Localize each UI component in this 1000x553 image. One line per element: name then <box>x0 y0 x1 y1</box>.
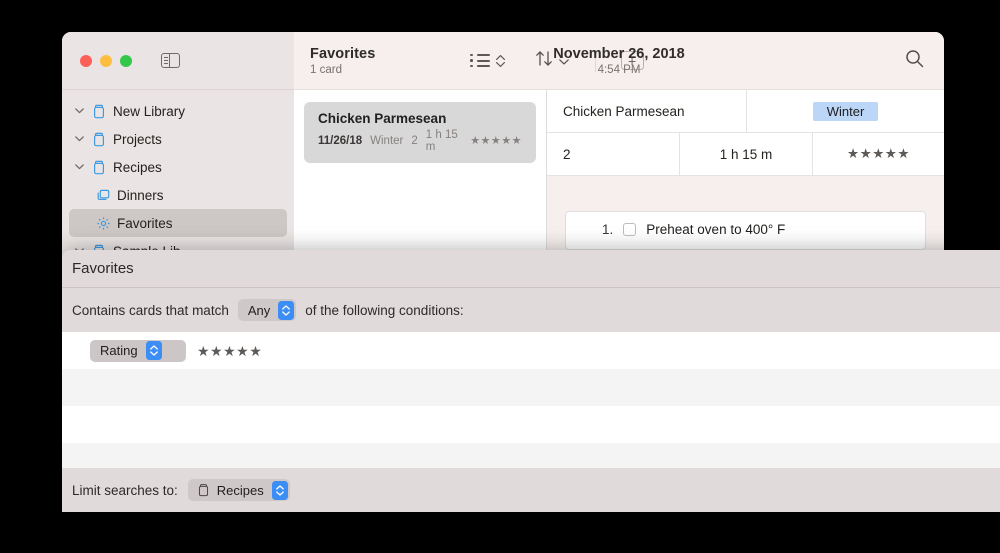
collection-header: Favorites 1 card <box>294 46 470 76</box>
zoom-button[interactable] <box>120 54 132 67</box>
detail-spacer <box>547 176 944 211</box>
limit-searches-dropdown[interactable]: Recipes <box>187 479 290 501</box>
disclosure-chevron-icon[interactable] <box>73 108 85 114</box>
detail-title-field[interactable]: Chicken Parmesean <box>547 90 747 132</box>
titlebar-left-section <box>62 32 294 90</box>
stepper-icon <box>271 480 288 500</box>
plus-icon: + <box>628 52 637 69</box>
card-season: Winter <box>370 135 404 147</box>
disclosure-chevron-icon[interactable] <box>73 136 85 142</box>
condition-row-empty <box>62 406 1000 443</box>
status-badge: Winter <box>812 101 879 121</box>
card-metadata: 11/26/18 Winter 2 1 h 15 m ★★★★★ <box>318 129 522 153</box>
collection-settings-sheet: Favorites Contains cards that match Any … <box>62 250 1000 512</box>
step-text: Preheat oven to 400° F <box>646 222 786 237</box>
detail-row-secondary: 2 1 h 15 m ★★★★★ <box>547 133 944 176</box>
sidebar-item-dinners[interactable]: Dinners <box>69 181 287 209</box>
close-button[interactable] <box>80 54 92 67</box>
gear-icon <box>95 216 111 231</box>
sidebar-item-label: Favorites <box>117 215 173 231</box>
sidebar-item-label: Projects <box>113 131 162 147</box>
match-condition-bar: Contains cards that match Any of the fol… <box>62 288 1000 332</box>
sidebar-item-projects[interactable]: Projects <box>69 125 287 153</box>
detail-row-primary: Chicken Parmesean Winter <box>547 90 944 133</box>
conditions-list: Rating ★★★★★ <box>62 332 1000 468</box>
search-icon <box>905 49 924 72</box>
list-view-icon <box>470 53 490 68</box>
detail-time-field[interactable]: 1 h 15 m <box>680 133 813 175</box>
sidebar-item-new-library[interactable]: New Library <box>69 97 287 125</box>
stack-icon <box>95 188 111 202</box>
chevron-down-icon <box>558 52 569 70</box>
titlebar-right-section: Favorites 1 card + November 26, 2018 4:5… <box>294 32 944 90</box>
disclosure-chevron-icon[interactable] <box>73 164 85 170</box>
step-checkbox[interactable] <box>623 223 637 236</box>
detail-season-field[interactable]: Winter <box>747 90 944 132</box>
add-card-button[interactable]: + <box>620 51 644 70</box>
sidebar-item-favorites[interactable]: Favorites <box>69 209 287 237</box>
limit-searches-value: Recipes <box>216 482 264 498</box>
library-icon <box>91 104 107 119</box>
list-item[interactable]: Chicken Parmesean 11/26/18 Winter 2 1 h … <box>304 102 536 163</box>
card-servings: 2 <box>411 135 418 147</box>
card-title: Chicken Parmesean <box>318 111 447 126</box>
steps-panel: 1. Preheat oven to 400° F <box>565 211 926 250</box>
limit-searches-label: Limit searches to: <box>72 482 178 498</box>
sheet-footer: Limit searches to: Recipes <box>62 468 1000 512</box>
card-rating-stars: ★★★★★ <box>470 134 522 147</box>
toolbar-divider <box>594 49 596 72</box>
library-icon <box>91 160 107 175</box>
stepper-icon <box>278 300 295 320</box>
condition-row[interactable]: Rating ★★★★★ <box>62 332 1000 369</box>
card-date: 11/26/18 <box>318 135 363 147</box>
search-button[interactable] <box>905 49 924 73</box>
sidebar-item-label: New Library <box>113 103 186 119</box>
condition-row-empty <box>62 369 1000 406</box>
chevron-updown-icon <box>495 54 505 67</box>
sidebar-item-label: Dinners <box>117 187 164 203</box>
library-icon <box>91 132 107 147</box>
library-icon <box>198 483 209 497</box>
sheet-header: Favorites <box>62 250 1000 288</box>
sort-arrows-icon <box>535 50 553 72</box>
condition-field-value: Rating <box>100 343 138 358</box>
sheet-title: Favorites <box>72 260 134 277</box>
step-list-item[interactable]: 1. Preheat oven to 400° F <box>566 222 925 249</box>
sidebar-toggle-icon[interactable] <box>161 53 180 68</box>
condition-field-dropdown[interactable]: Rating <box>90 339 186 362</box>
minimize-button[interactable] <box>100 54 112 67</box>
detail-servings-field[interactable]: 2 <box>547 133 680 175</box>
card-count-label: 1 card <box>310 63 342 76</box>
view-options-button[interactable] <box>470 53 505 68</box>
sidebar-item-label: Recipes <box>113 159 162 175</box>
sidebar-item-recipes[interactable]: Recipes <box>69 153 287 181</box>
page-title: Favorites <box>310 45 376 62</box>
sort-options-button[interactable] <box>535 50 569 72</box>
match-prefix-label: Contains cards that match <box>72 302 229 318</box>
step-number: 1. <box>602 222 614 237</box>
titlebar: Favorites 1 card + November 26, 2018 4:5… <box>62 32 944 90</box>
match-type-value: Any <box>247 302 271 318</box>
match-type-dropdown[interactable]: Any <box>237 299 297 321</box>
condition-rating-stars[interactable]: ★★★★★ <box>197 344 262 358</box>
sidebar-toggle-lines <box>163 56 168 67</box>
stepper-icon <box>145 341 162 360</box>
condition-row-empty <box>62 443 1000 468</box>
detail-rating-stars[interactable]: ★★★★★ <box>813 133 944 175</box>
match-suffix-label: of the following conditions: <box>305 302 464 318</box>
card-time: 1 h 15 m <box>425 129 458 153</box>
